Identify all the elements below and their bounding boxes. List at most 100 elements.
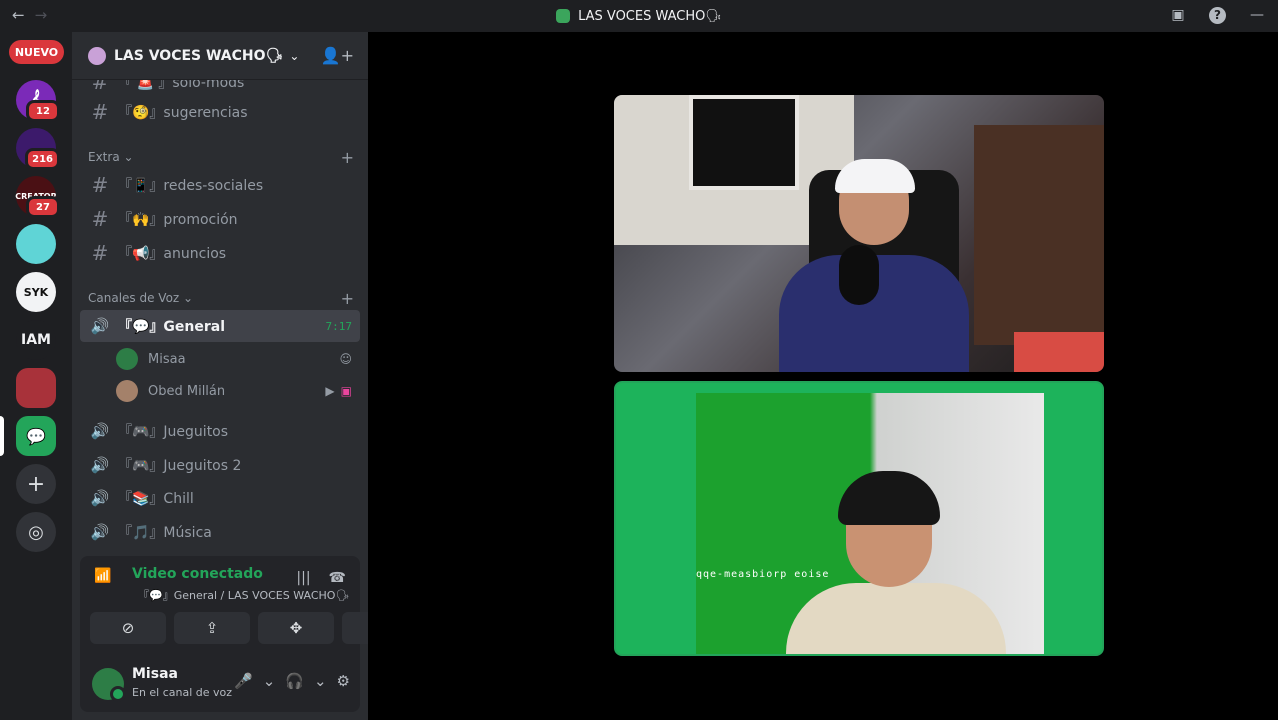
microphone-icon[interactable]: 🎤	[234, 672, 253, 690]
mention-badge: 27	[26, 196, 60, 218]
speaker-icon: 🔊	[90, 422, 110, 440]
server-icon-7[interactable]	[16, 368, 56, 408]
server-icon	[556, 9, 571, 23]
channel-redes-sociales[interactable]: # 『📱』redes-sociales	[80, 169, 360, 201]
channel-label: 『📚』Chill	[118, 491, 194, 507]
category-extra[interactable]: Extra ⌄ +	[88, 147, 360, 167]
video-stage: qqe-measbiorp eoise	[368, 32, 1278, 720]
voice-channel-general[interactable]: 🔊 『💬』General 7:17	[80, 310, 360, 342]
video-tile-misaa[interactable]: qqe-measbiorp eoise	[614, 381, 1104, 656]
hash-icon: #	[91, 207, 109, 231]
voice-status-label[interactable]: Video conectado	[132, 566, 263, 582]
channel-label: 『🎮』Jueguitos	[118, 424, 229, 440]
channel-label: 『🙌』promoción	[118, 212, 238, 228]
channel-label: 『💬』General	[118, 319, 226, 335]
mention-badge: 12	[26, 100, 60, 122]
server-icon-syk[interactable]: SYK	[16, 272, 56, 312]
channel-label: 『🎮』Jueguitos 2	[118, 458, 242, 474]
help-icon[interactable]: ?	[1209, 6, 1226, 24]
person-hair	[838, 471, 940, 525]
user-controls: 🎤 ⌄ 🎧 ⌄ ⚙	[234, 672, 350, 690]
add-channel-icon[interactable]: +	[341, 148, 354, 167]
window-title: LAS VOCES WACHO🗣	[0, 0, 1278, 32]
voice-location[interactable]: 『💬』General / LAS VOCES WACHO🗣	[138, 587, 349, 603]
chevron-down-icon[interactable]: ⌄	[314, 672, 327, 690]
avatar	[116, 380, 138, 402]
voice-user-misaa[interactable]: Misaa ☺	[116, 345, 360, 373]
voice-channel-jueguitos[interactable]: 🔊 『🎮』Jueguitos	[80, 415, 360, 447]
server-icon-las-voces[interactable]: 💬	[16, 416, 56, 456]
user-name[interactable]: Misaa	[132, 666, 178, 682]
voice-connection-panel: 📶 Video conectado 『💬』General / LAS VOCES…	[80, 556, 418, 656]
video-background	[1014, 332, 1104, 372]
settings-gear-icon[interactable]: ⚙	[337, 672, 350, 690]
selected-server-pill	[0, 416, 4, 456]
server-icon-3[interactable]: CREATOR 27	[15, 176, 60, 218]
voice-user-obed[interactable]: Obed Millán ▶ ▣	[116, 377, 360, 405]
new-badge[interactable]: NUEVO	[9, 40, 64, 64]
hash-icon: #	[91, 100, 109, 124]
channel-label: 『🧐』sugerencias	[118, 105, 248, 121]
add-server-icon[interactable]: +	[16, 464, 56, 504]
avatar	[116, 348, 138, 370]
noise-suppression-icon[interactable]: |||	[296, 570, 310, 586]
category-label: Extra ⌄	[88, 150, 134, 164]
video-microphone	[839, 245, 879, 305]
activities-button[interactable]: ✥	[258, 612, 334, 644]
voice-channel-musica[interactable]: 🔊 『🎵』Música	[80, 516, 360, 548]
server-home-icon	[88, 46, 106, 65]
channel-anuncios[interactable]: # 『📢』anuncios	[80, 237, 360, 269]
minimize-icon[interactable]: —	[1246, 4, 1268, 26]
voice-user-name: Obed Millán	[148, 383, 226, 399]
server-icon-iam[interactable]: IAM	[16, 320, 56, 360]
channel-promocion[interactable]: # 『🙌』promoción	[80, 203, 360, 235]
video-frame: qqe-measbiorp eoise	[696, 393, 1044, 654]
activity-icon: ☺	[339, 352, 352, 366]
video-background	[974, 125, 1104, 345]
user-panel: Misaa En el canal de voz 🎤 ⌄ 🎧 ⌄ ⚙	[80, 656, 360, 712]
voice-channel-chill[interactable]: 🔊 『📚』Chill	[80, 482, 360, 514]
video-camera-icon: ▶	[325, 384, 335, 398]
hash-icon: #	[91, 173, 109, 197]
channel-sugerencias[interactable]: # 『🧐』sugerencias	[80, 96, 360, 128]
invite-people-icon[interactable]: 👤+	[321, 46, 354, 65]
title-bar: ← → LAS VOCES WACHO🗣 ▣ ? —	[0, 0, 1278, 32]
user-status: En el canal de voz	[132, 686, 233, 699]
discover-icon[interactable]: ◎	[16, 512, 56, 552]
server-name: LAS VOCES WACHO🗣	[114, 47, 284, 64]
server-header[interactable]: LAS VOCES WACHO🗣 ⌄ 👤+	[72, 32, 368, 80]
server-icon-2[interactable]: 216	[16, 128, 60, 170]
call-duration: 7:17	[325, 319, 353, 333]
hash-icon: #	[91, 241, 109, 265]
voice-user-name: Misaa	[148, 351, 186, 367]
category-canales-de-voz[interactable]: Canales de Voz ⌄ +	[88, 288, 360, 308]
connection-signal-icon: 📶	[94, 568, 112, 584]
headphones-icon[interactable]: 🎧	[285, 672, 304, 690]
voice-channel-jueguitos-2[interactable]: 🔊 『🎮』Jueguitos 2	[80, 449, 360, 481]
user-avatar[interactable]	[92, 668, 126, 702]
add-channel-icon[interactable]: +	[341, 289, 354, 308]
titlebar-actions: ▣ ? —	[1167, 4, 1268, 26]
disconnect-icon[interactable]: ☎	[329, 570, 346, 586]
voice-user-status: ☺	[339, 352, 352, 366]
camera-off-button[interactable]: ⊘	[90, 612, 166, 644]
chevron-down-icon: ⌄	[289, 48, 300, 63]
video-tile-obed[interactable]	[614, 95, 1104, 372]
inbox-icon[interactable]: ▣	[1167, 4, 1189, 26]
channel-sidebar: LAS VOCES WACHO🗣 ⌄ 👤+ # 『 🚨 』solo-mods #…	[72, 32, 418, 720]
chevron-down-icon[interactable]: ⌄	[263, 672, 276, 690]
server-icon-4[interactable]	[16, 224, 56, 264]
voice-user-status: ▶ ▣	[325, 384, 352, 398]
voice-panel-actions: ||| ☎	[296, 570, 346, 586]
channel-label: 『📢』anuncios	[118, 246, 227, 262]
activity-icon: ▣	[340, 384, 352, 398]
channel-label: 『📱』redes-sociales	[118, 178, 264, 194]
server-list: NUEVO 𝄞 12 216 CREATOR 27 SYK IAM 💬 + ◎	[0, 32, 72, 720]
category-label: Canales de Voz ⌄	[88, 291, 194, 305]
share-screen-button[interactable]: ⇪	[174, 612, 250, 644]
speaker-icon: 🔊	[90, 317, 110, 335]
speaker-icon: 🔊	[90, 489, 110, 507]
server-icon-1[interactable]: 𝄞 12	[16, 80, 60, 122]
window-title-text: LAS VOCES WACHO🗣	[578, 8, 722, 24]
channel-label: 『🎵』Música	[118, 525, 212, 541]
